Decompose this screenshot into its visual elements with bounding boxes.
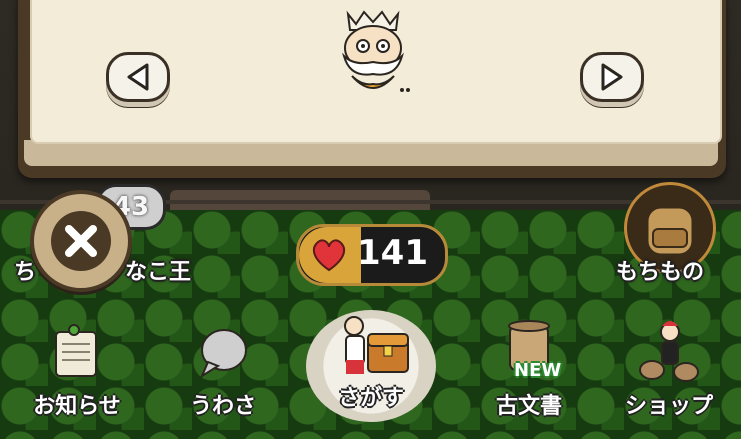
cat-king-character <box>342 10 410 92</box>
next-button[interactable] <box>580 52 644 102</box>
heart-icon <box>312 239 346 272</box>
nav-notice-label: お知らせ <box>33 394 121 419</box>
nav-search-label: さがす <box>337 386 404 411</box>
new-badge: NEW <box>514 360 562 381</box>
close-button[interactable] <box>30 190 132 292</box>
heart-count: 141 <box>357 233 428 273</box>
heart-counter: 141 <box>296 224 448 286</box>
nav-rumor[interactable]: うわさ <box>168 316 278 426</box>
nav-search[interactable]: さがす <box>306 310 436 422</box>
inventory-label: もちもの <box>616 260 705 285</box>
close-icon <box>51 211 111 271</box>
nav-old-documents-label: 古文書 <box>495 394 562 419</box>
treasure-chest-icon <box>344 316 409 374</box>
arrow-right-icon <box>601 63 623 91</box>
previous-button[interactable] <box>106 52 170 102</box>
left-label-fragment: ち <box>14 260 37 285</box>
notice-board-icon <box>55 324 97 377</box>
shop-icon <box>639 321 699 382</box>
nav-shop[interactable]: ショップ <box>614 316 724 426</box>
heart-counter-icon-area <box>299 227 361 283</box>
nav-notice[interactable]: お知らせ <box>22 316 132 426</box>
arrow-left-icon <box>127 63 149 91</box>
speech-bubble-icon <box>199 329 247 379</box>
cat-king-label: なこ王 <box>125 260 192 285</box>
nav-shop-label: ショップ <box>624 394 713 419</box>
nav-rumor-label: うわさ <box>189 394 256 419</box>
